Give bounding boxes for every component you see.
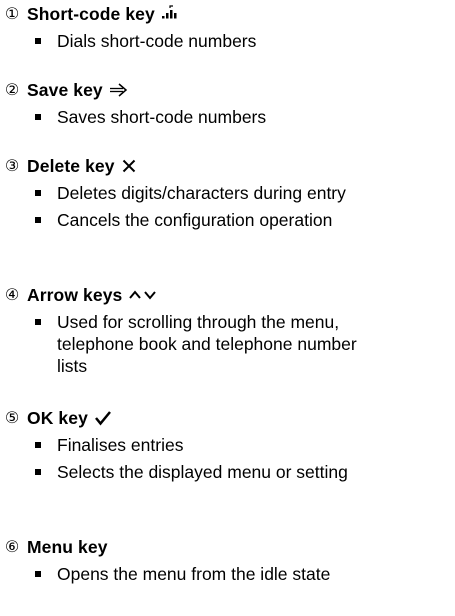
arrow-up-down-icon (128, 288, 158, 302)
section-heading: ① Short-code key (3, 3, 455, 25)
bullet-text: Opens the menu from the idle state (57, 564, 331, 584)
bullet-marker (35, 38, 41, 44)
section-number: ① (4, 4, 20, 23)
bullet-marker (35, 442, 41, 448)
bullet-list: Saves short-code numbers (3, 106, 455, 128)
section-heading: ③ Delete key (3, 155, 455, 177)
short-code-key-section: ① Short-code key Dials short-code number… (3, 3, 455, 52)
section-heading: ④ Arrow keys (3, 284, 455, 306)
bullet-list: Used for scrolling through the menu, tel… (3, 311, 455, 377)
section-number: ③ (4, 156, 20, 175)
section-heading: ② Save key (3, 79, 455, 101)
section-title: Save key (27, 79, 103, 100)
bullet-item: Finalises entries (3, 434, 367, 456)
bullet-text: Used for scrolling through the menu, tel… (57, 312, 357, 376)
bullet-item: Dials short-code numbers (3, 30, 367, 52)
checkmark-icon (94, 409, 112, 427)
save-key-section: ② Save key Saves short-code numbers (3, 79, 455, 128)
bullet-text: Dials short-code numbers (57, 31, 257, 51)
bullet-list: Dials short-code numbers (3, 30, 455, 52)
section-title: Arrow keys (27, 284, 123, 305)
section-number: ④ (4, 285, 20, 304)
bullet-item: Deletes digits/characters during entry (3, 182, 367, 204)
section-number: ② (4, 80, 20, 99)
bullet-marker (35, 571, 41, 577)
bullet-item: Cancels the configuration operation (3, 209, 455, 231)
bullet-list: Finalises entries Selects the displayed … (3, 434, 455, 483)
section-title: OK key (27, 407, 88, 428)
arrow-keys-section: ④ Arrow keys Used for scrolling through … (3, 284, 455, 377)
bullet-marker (35, 217, 41, 223)
ok-key-section: ⑤ OK key Finalises entries Selects the d… (3, 407, 455, 483)
bullet-marker (35, 319, 41, 325)
bullet-text: Saves short-code numbers (57, 107, 267, 127)
save-arrow-icon (109, 82, 129, 98)
delete-x-icon (121, 158, 137, 174)
bullet-list: Opens the menu from the idle state (3, 563, 455, 585)
bullet-marker (35, 469, 41, 475)
section-heading: ⑥ Menu key (3, 536, 455, 558)
bullet-text: Finalises entries (57, 435, 184, 455)
bullet-list: Deletes digits/characters during entry C… (3, 182, 455, 231)
menu-key-section: ⑥ Menu key Opens the menu from the idle … (3, 536, 455, 585)
section-title: Menu key (27, 536, 108, 557)
bullet-marker (35, 114, 41, 120)
bullet-text: Deletes digits/characters during entry (57, 183, 346, 203)
bullet-item: Used for scrolling through the menu, tel… (3, 311, 367, 377)
bullet-text: Selects the displayed menu or setting (57, 462, 348, 482)
delete-key-section: ③ Delete key Deletes digits/characters d… (3, 155, 455, 231)
section-number: ⑤ (4, 408, 20, 427)
bullet-item: Saves short-code numbers (3, 106, 367, 128)
bullet-text: Cancels the configuration operation (57, 210, 333, 230)
bullet-item: Opens the menu from the idle state (3, 563, 455, 585)
key-descriptions-page: ① Short-code key Dials short-code number… (0, 0, 455, 616)
section-number: ⑥ (4, 537, 20, 556)
bullet-marker (35, 190, 41, 196)
section-heading: ⑤ OK key (3, 407, 455, 429)
bullet-item: Selects the displayed menu or setting (3, 461, 367, 483)
section-title: Delete key (27, 155, 115, 176)
short-code-icon (161, 5, 179, 23)
section-title: Short-code key (27, 3, 155, 24)
